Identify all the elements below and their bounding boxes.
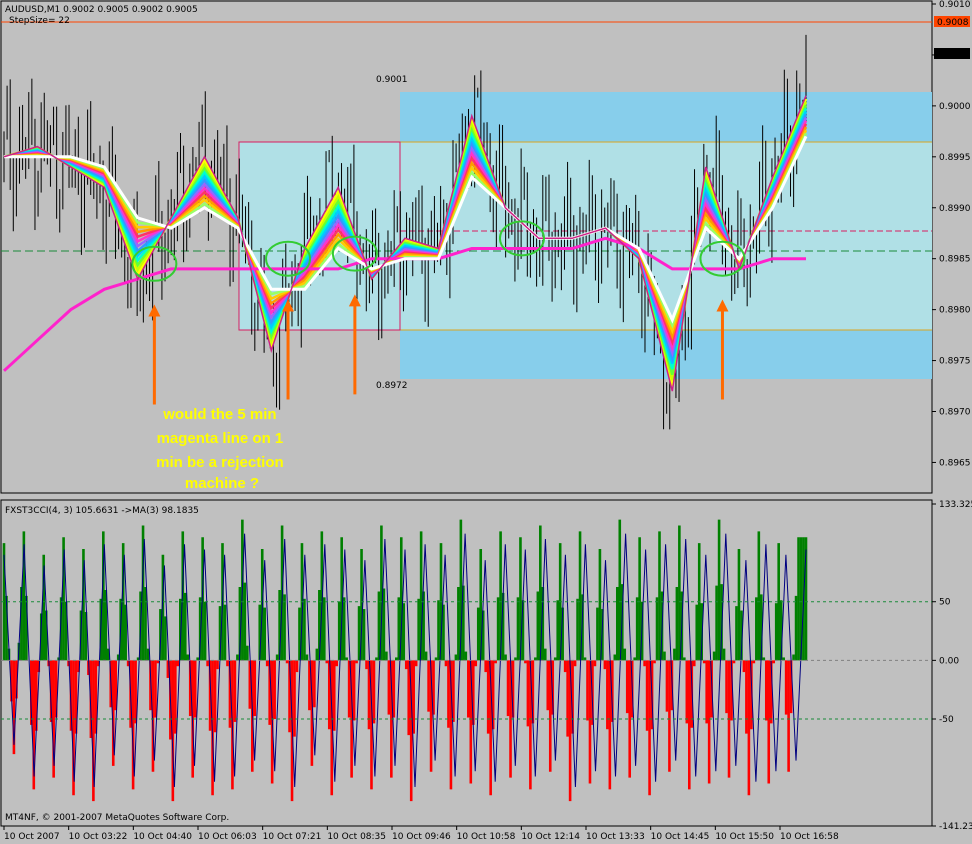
time-axis[interactable]: 10 Oct 2007 10 Oct 03:22 10 Oct 04:40 10 Oc… [3,826,839,842]
price-tick-label: 0.9010 [939,0,971,10]
time-tick-label: 10 Oct 03:22 [69,832,128,842]
time-tick-label: 10 Oct 09:46 [392,832,451,842]
time-tick-label: 10 Oct 07:21 [263,832,322,842]
current-price-tag: 0.9005 [937,50,969,60]
time-tick-label: 10 Oct 04:40 [133,832,192,842]
price-tick-label: 0.8975 [939,357,971,367]
time-tick-label: 10 Oct 16:58 [780,832,839,842]
stepsize-label: StepSize= 22 [9,16,70,26]
cci-tick-label: 0.00 [939,656,959,666]
time-tick-label: 10 Oct 14:45 [651,832,710,842]
bid-price-tag: 0.9008 [937,18,969,28]
annotation-line-2: magenta line on 1 [157,430,284,447]
cci-tick-label: 133.3255 [939,500,972,510]
chart-window[interactable]: 0.9001 0.8972 would the 5 min magenta li… [0,0,972,844]
price-tick-label: 0.8985 [939,255,971,265]
cci-tick-label: -50 [939,715,954,725]
time-tick-label: 10 Oct 12:14 [521,832,580,842]
cci-axis[interactable]: 133.3255 50 0.00 -50 -141.2371 [932,500,972,832]
symbol-header: AUDUSD,M1 0.9002 0.9005 0.9002 0.9005 [5,5,198,15]
cci-tick-label: -141.2371 [939,822,972,832]
price-tick-label: 0.8980 [939,306,971,316]
annotation-line-4: machine ? [185,475,259,492]
time-tick-label: 10 Oct 08:35 [327,832,386,842]
level-high-label: 0.9001 [376,75,408,85]
chart-canvas[interactable]: 0.9001 0.8972 would the 5 min magenta li… [0,0,972,844]
time-tick-label: 10 Oct 2007 [4,832,60,842]
cci-tick-label: 50 [939,598,951,608]
time-tick-label: 10 Oct 06:03 [198,832,257,842]
time-tick-label: 10 Oct 13:33 [586,832,645,842]
indicator-title: FXST3CCI(4, 3) 105.6631 ->MA(3) 98.1835 [5,506,199,516]
level-low-label: 0.8972 [376,381,408,391]
copyright-label: MT4NF, © 2001-2007 MetaQuotes Software C… [5,813,229,823]
price-tick-label: 0.9000 [939,102,971,112]
time-tick-label: 10 Oct 15:50 [715,832,774,842]
time-tick-label: 10 Oct 10:58 [457,832,516,842]
price-tick-label: 0.8990 [939,204,971,214]
annotation-line-3: min be a rejection [156,454,284,471]
price-tick-label: 0.8965 [939,458,971,468]
price-tick-label: 0.8970 [939,408,971,418]
annotation-line-1: would the 5 min [162,406,276,423]
price-axis[interactable]: 0.9010 0.9005 0.9000 0.8995 0.8990 0.8985 0.89… [932,0,971,468]
price-tick-label: 0.8995 [939,153,971,163]
